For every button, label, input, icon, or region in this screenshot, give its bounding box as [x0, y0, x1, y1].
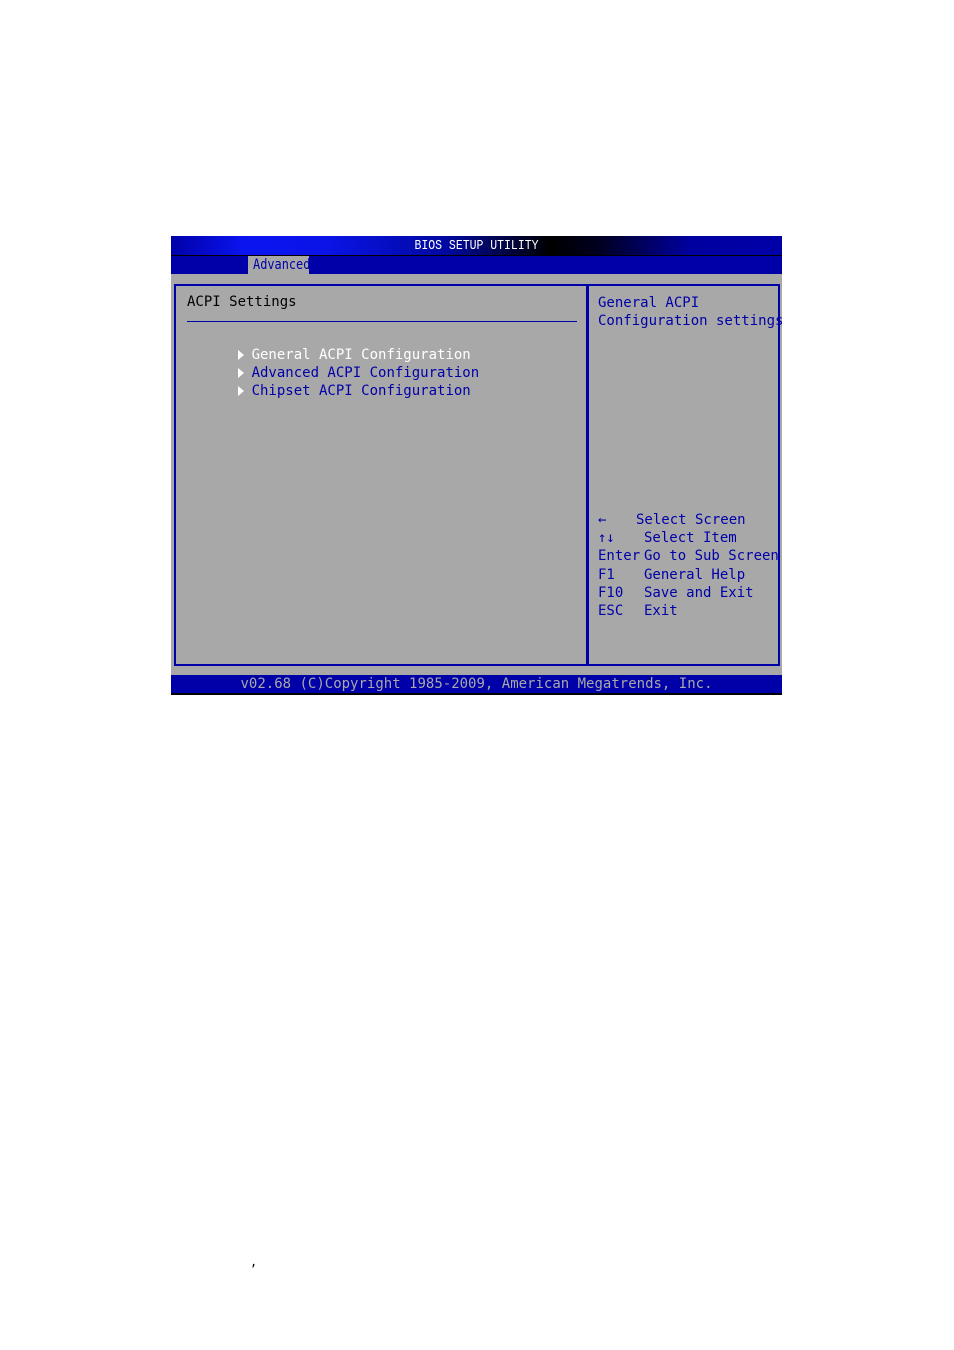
menu-item-label: Chipset ACPI Configuration	[251, 383, 471, 399]
settings-panel: ACPI Settings General ACPI Configuration…	[174, 284, 588, 666]
key-left-arrow: ←	[598, 512, 607, 528]
key-row: ESC Exit	[598, 603, 779, 621]
stray-comma: ,	[250, 1255, 258, 1269]
key-action: Save and Exit	[644, 584, 754, 601]
page-heading: ACPI Settings	[187, 294, 297, 310]
submenu-arrow-icon	[237, 386, 244, 396]
window-title: BIOS SETUP UTILITY	[414, 238, 539, 254]
menu-item-chipset-acpi[interactable]: Chipset ACPI Configuration	[187, 367, 471, 415]
key-action: Select Item	[644, 530, 737, 547]
key-action: Go to Sub Screen	[644, 548, 779, 565]
key-action: Select Screen	[636, 512, 746, 528]
key-f10: F10	[598, 584, 624, 601]
copyright-bar: v02.68 (C)Copyright 1985-2009, American …	[171, 675, 782, 695]
key-row: F1 General Help	[598, 567, 779, 585]
key-up-down-arrows: ↑↓	[598, 530, 615, 547]
heading-divider	[187, 321, 577, 322]
tab-bar: Advanced	[171, 256, 782, 274]
key-row: ↑↓ Select Item	[598, 530, 779, 548]
key-row: ← Select Screen	[598, 512, 779, 530]
tab-advanced-label: Advanced	[253, 257, 311, 273]
help-line: Configuration settings	[598, 313, 784, 329]
key-enter: Enter	[598, 548, 641, 565]
help-line: General ACPI	[598, 295, 700, 311]
key-f1: F1	[598, 566, 615, 583]
key-row: Enter Go to Sub Screen	[598, 548, 779, 566]
key-row: F10 Save and Exit	[598, 585, 779, 603]
key-legend: ← Select Screen ↑↓ Select Item Enter Go to …	[598, 512, 779, 621]
tab-advanced[interactable]: Advanced	[248, 256, 311, 274]
key-action: Exit	[644, 602, 678, 619]
help-panel: General ACPI Configuration settings ← Sel…	[587, 284, 784, 666]
bios-window: BIOS SETUP UTILITY Advanced ACPI Setting…	[171, 236, 784, 695]
title-bar: BIOS SETUP UTILITY	[171, 236, 782, 256]
copyright-text: v02.68 (C)Copyright 1985-2009, American …	[240, 676, 713, 692]
key-action: General Help	[644, 566, 746, 583]
key-esc: ESC	[598, 602, 624, 619]
